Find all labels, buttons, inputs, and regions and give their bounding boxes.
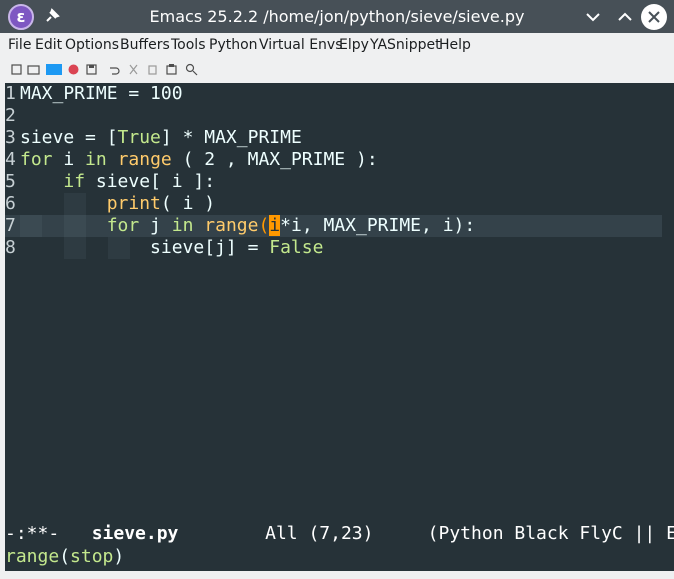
buffer-status: -:**- <box>5 523 60 544</box>
menu-buffers[interactable]: Buffers <box>120 37 170 53</box>
copy-icon[interactable] <box>146 63 159 76</box>
code-text: sieve[j] = False <box>20 237 324 258</box>
window-bottom-border <box>0 571 674 579</box>
menu-virtual-envs[interactable]: Virtual Envs <box>259 37 343 53</box>
cursor-position: All (7,23) <box>265 523 374 544</box>
tool-bar <box>0 58 674 82</box>
menu-yasnippet[interactable]: YASnippet <box>370 37 441 53</box>
buffer-name[interactable]: sieve.py <box>92 523 179 544</box>
major-minor-modes[interactable]: (Python Black FlyC || E <box>428 523 674 544</box>
search-icon[interactable] <box>185 63 198 76</box>
mode-line[interactable]: -:**- sieve.py All (7,23) (Python Black … <box>5 522 674 545</box>
new-file-icon[interactable] <box>10 63 23 76</box>
window-title: Emacs 25.2.2 /home/jon/python/sieve/siev… <box>149 7 525 26</box>
menu-elpy[interactable]: Elpy <box>339 37 369 53</box>
echo-area: range(stop) <box>5 545 674 571</box>
code-text: sieve = [True] * MAX_PRIME <box>20 127 302 148</box>
editor-buffer[interactable]: 1 MAX_PRIME = 100 2 3 sieve = [True] * MAX… <box>5 83 662 522</box>
minimize-icon[interactable] <box>580 4 606 30</box>
code-line-2[interactable]: 2 <box>5 105 662 127</box>
line-number: 1 <box>5 83 16 104</box>
code-line-7[interactable]: 7 for j in range(i*i, MAX_PRIME, i): <box>5 215 662 237</box>
line-number: 4 <box>5 149 16 170</box>
close-icon[interactable] <box>641 4 667 30</box>
menu-file[interactable]: File <box>8 37 31 53</box>
close-buffer-icon[interactable] <box>67 63 80 76</box>
code-text: for i in range ( 2 , MAX_PRIME ): <box>20 149 378 170</box>
menu-options[interactable]: Options <box>65 37 119 53</box>
title-bar: ε Emacs 25.2.2 /home/jon/python/sieve/si… <box>0 0 674 33</box>
maximize-icon[interactable] <box>612 4 638 30</box>
code-line-5[interactable]: 5 if sieve[ i ]: <box>5 171 662 193</box>
eldoc-argument: stop <box>70 546 114 567</box>
line-number: 8 <box>5 237 16 258</box>
code-line-6[interactable]: 6 print( i ) <box>5 193 662 215</box>
save-icon[interactable] <box>85 63 98 76</box>
open-folder-icon[interactable] <box>27 63 40 76</box>
cut-icon[interactable] <box>127 63 140 76</box>
code-line-4[interactable]: 4 for i in range ( 2 , MAX_PRIME ): <box>5 149 662 171</box>
code-line-1[interactable]: 1 MAX_PRIME = 100 <box>5 83 662 105</box>
line-number: 3 <box>5 127 16 148</box>
menu-bar: File Edit Options Buffers Tools Python V… <box>0 33 674 58</box>
line-number: 7 <box>5 215 16 236</box>
undo-icon[interactable] <box>107 63 120 76</box>
code-text: print( i ) <box>106 193 216 214</box>
text-cursor: i <box>269 215 281 236</box>
menu-python[interactable]: Python <box>209 37 258 53</box>
code-line-3[interactable]: 3 sieve = [True] * MAX_PRIME <box>5 127 662 149</box>
line-number: 6 <box>5 193 16 214</box>
menu-edit[interactable]: Edit <box>35 37 62 53</box>
line-number: 2 <box>5 105 16 126</box>
code-text: if sieve[ i ]: <box>63 171 216 192</box>
menu-help[interactable]: Help <box>439 37 471 53</box>
code-text: MAX_PRIME = 100 <box>20 83 183 104</box>
right-fringe <box>662 83 674 522</box>
menu-tools[interactable]: Tools <box>171 37 206 53</box>
dired-icon[interactable] <box>46 63 62 76</box>
paste-icon[interactable] <box>165 63 178 76</box>
eldoc-function: range <box>5 546 60 567</box>
line-number: 5 <box>5 171 16 192</box>
eldoc-close-paren: ) <box>113 546 125 567</box>
code-line-8[interactable]: 8 sieve[j] = False <box>5 237 662 259</box>
eldoc-open-paren: ( <box>59 546 71 567</box>
code-text: for j in range(i*i, MAX_PRIME, i): <box>106 215 476 236</box>
